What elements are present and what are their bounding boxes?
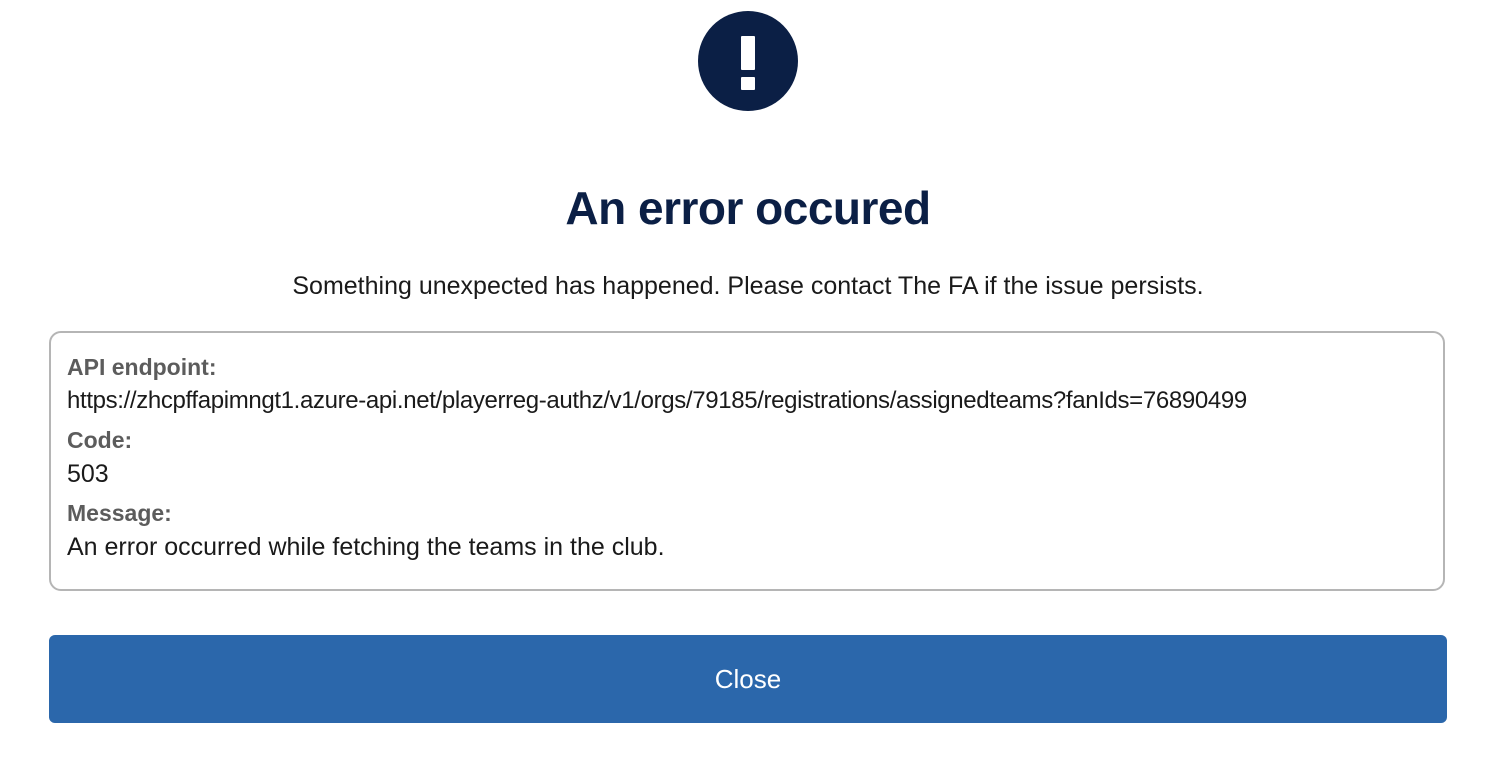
endpoint-label: API endpoint: xyxy=(67,354,217,380)
error-subtitle: Something unexpected has happened. Pleas… xyxy=(292,272,1204,300)
endpoint-value: https://zhcpffapimngt1.azure-api.net/pla… xyxy=(67,387,1247,414)
exclamation-icon xyxy=(698,11,798,111)
message-label: Message: xyxy=(67,500,172,526)
error-dialog: An error occured Something unexpected ha… xyxy=(0,0,1512,776)
close-button-label: Close xyxy=(714,663,782,694)
message-value: An error occurred while fetching the tea… xyxy=(67,533,665,561)
exclamation-glyph xyxy=(741,36,755,90)
error-details-box: API endpoint: https://zhcpffapimngt1.azu… xyxy=(49,331,1445,591)
code-value: 503 xyxy=(67,460,109,488)
code-label: Code: xyxy=(67,427,133,453)
error-title: An error occured xyxy=(565,182,931,234)
close-button[interactable]: Close xyxy=(49,635,1447,723)
